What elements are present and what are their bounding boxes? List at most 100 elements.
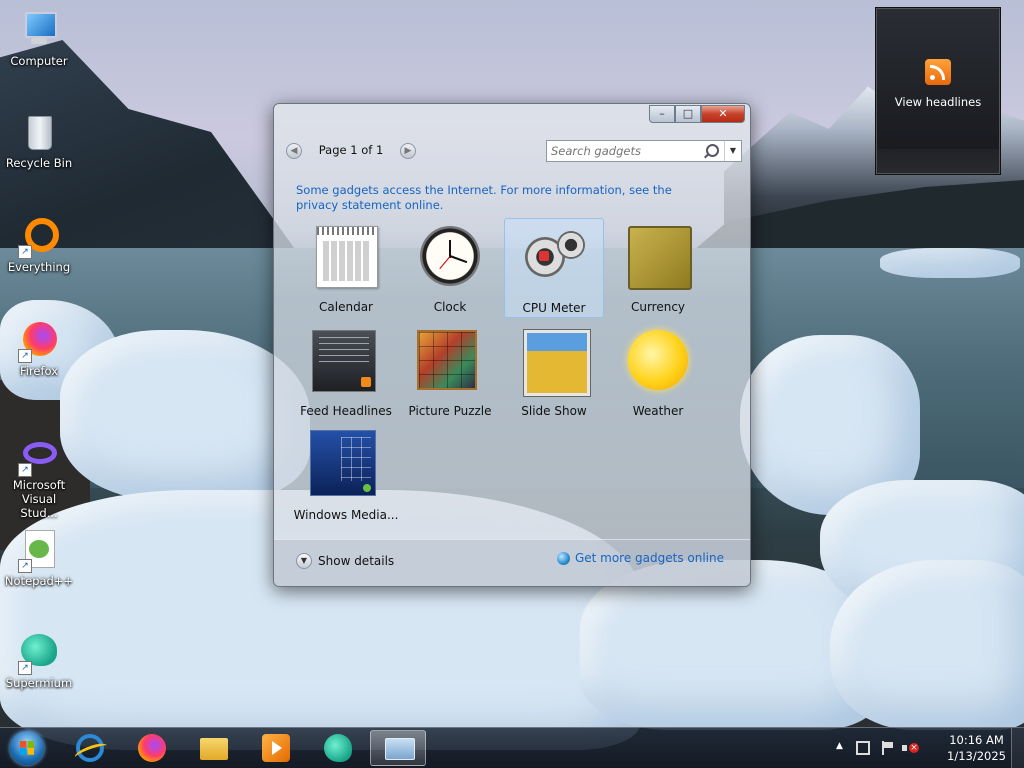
gadget-name: Clock bbox=[433, 300, 467, 314]
firefox-icon: ↗ bbox=[18, 320, 59, 363]
desktop-icon-label: Microsoft Visual Stud... bbox=[12, 478, 66, 520]
recycle-bin-icon bbox=[19, 112, 59, 152]
gadget-gallery-window: – □ ✕ ◀ Page 1 of 1 ▶ ▼ Some gadgets acc… bbox=[273, 103, 751, 587]
gallery-footer: ▼ Show details Get more gadgets online bbox=[274, 539, 750, 586]
search-icon[interactable] bbox=[706, 144, 719, 157]
weather-icon bbox=[628, 330, 688, 390]
wallpaper-ice bbox=[880, 248, 1020, 278]
firefox-icon bbox=[138, 734, 166, 762]
previous-page-button[interactable]: ◀ bbox=[286, 143, 302, 159]
shortcut-arrow-icon: ↗ bbox=[18, 463, 32, 477]
windows-media-center-icon bbox=[310, 430, 376, 496]
show-details-label: Show details bbox=[318, 554, 395, 568]
notepad-plus-plus-icon: ↗ bbox=[18, 530, 59, 573]
search-dropdown-button[interactable]: ▼ bbox=[724, 141, 741, 161]
gadget-tile-currency[interactable]: Currency bbox=[608, 218, 708, 318]
network-icon[interactable] bbox=[856, 741, 870, 755]
gadget-tile-windows-media-center[interactable]: Windows Media... bbox=[294, 426, 398, 526]
close-button[interactable]: ✕ bbox=[701, 105, 745, 123]
clock-icon bbox=[420, 226, 480, 286]
gadget-name: Picture Puzzle bbox=[408, 404, 492, 418]
desktop-icon-label: Everything bbox=[7, 260, 71, 274]
desktop-icon-visual-studio[interactable]: ↗ Microsoft Visual Stud... bbox=[2, 434, 76, 520]
next-page-button[interactable]: ▶ bbox=[400, 143, 416, 159]
visual-studio-icon: ↗ bbox=[18, 434, 59, 477]
everything-icon: ↗ bbox=[18, 216, 59, 259]
desktop-icon-label: Notepad++ bbox=[4, 574, 74, 588]
taskbar-clock[interactable]: 10:16 AM 1/13/2025 bbox=[947, 732, 1006, 764]
media-player-icon bbox=[262, 734, 290, 762]
start-button[interactable] bbox=[4, 728, 50, 768]
taskbar-app-media-player[interactable] bbox=[248, 730, 304, 766]
show-hidden-icons-button[interactable]: ▲ bbox=[836, 741, 843, 751]
cpu-meter-icon bbox=[525, 227, 585, 287]
shortcut-arrow-icon: ↗ bbox=[18, 559, 32, 573]
desktop-icon-label: Computer bbox=[10, 54, 68, 68]
desktop-icon-recycle-bin[interactable]: Recycle Bin bbox=[2, 112, 76, 170]
desktop-icon-label: Supermium bbox=[5, 676, 73, 690]
taskbar-app-supermium[interactable] bbox=[310, 730, 366, 766]
feed-headlines-gadget[interactable]: View headlines bbox=[876, 8, 1000, 174]
show-details-button[interactable]: ▼ Show details bbox=[296, 552, 394, 570]
internet-explorer-icon bbox=[76, 734, 104, 762]
supermium-icon bbox=[324, 734, 352, 762]
gadget-name: Feed Headlines bbox=[300, 404, 392, 418]
clock-time: 10:16 AM bbox=[949, 733, 1004, 747]
picture-puzzle-icon bbox=[417, 330, 477, 390]
search-input[interactable] bbox=[551, 143, 701, 159]
get-more-gadgets-link[interactable]: Get more gadgets online bbox=[556, 551, 724, 565]
gadget-name: Windows Media... bbox=[293, 508, 399, 522]
gadget-gallery-icon bbox=[385, 738, 415, 760]
gadget-name: Calendar bbox=[319, 300, 373, 314]
desktop-icon-everything[interactable]: ↗ Everything bbox=[2, 216, 76, 274]
gadget-name: Weather bbox=[632, 404, 684, 418]
taskbar-app-gadget-gallery[interactable] bbox=[370, 730, 426, 766]
window-controls: – □ ✕ bbox=[649, 105, 745, 123]
taskbar-app-file-explorer[interactable] bbox=[186, 730, 242, 766]
get-more-gadgets-label: Get more gadgets online bbox=[574, 551, 724, 565]
desktop-icon-computer[interactable]: Computer bbox=[2, 10, 76, 68]
gadget-tile-cpu-meter[interactable]: CPU Meter bbox=[504, 218, 604, 318]
privacy-notice-link[interactable]: Some gadgets access the Internet. For mo… bbox=[296, 183, 716, 213]
gadget-tile-feed-headlines[interactable]: Feed Headlines bbox=[296, 322, 396, 422]
shortcut-arrow-icon: ↗ bbox=[18, 349, 32, 363]
chevron-down-icon: ▼ bbox=[296, 553, 312, 569]
gallery-toolbar: ◀ Page 1 of 1 ▶ ▼ bbox=[284, 140, 744, 162]
action-center-flag-icon[interactable] bbox=[880, 741, 894, 755]
wallpaper-ice bbox=[830, 560, 1024, 730]
shortcut-arrow-icon: ↗ bbox=[18, 245, 32, 259]
currency-icon bbox=[628, 226, 692, 290]
file-explorer-icon bbox=[200, 738, 228, 760]
desktop-icon-notepad-plus-plus[interactable]: ↗ Notepad++ bbox=[2, 530, 76, 588]
desktop-icon-supermium[interactable]: ↗ Supermium bbox=[2, 632, 76, 690]
view-headlines-link[interactable]: View headlines bbox=[877, 95, 999, 109]
gadget-tile-calendar[interactable]: Calendar bbox=[296, 218, 396, 318]
volume-muted-icon[interactable] bbox=[902, 741, 919, 755]
show-desktop-button[interactable] bbox=[1011, 728, 1024, 768]
minimize-button[interactable]: – bbox=[649, 105, 675, 123]
taskbar-app-internet-explorer[interactable] bbox=[62, 730, 118, 766]
supermium-icon: ↗ bbox=[18, 632, 59, 675]
shortcut-arrow-icon: ↗ bbox=[18, 661, 32, 675]
gadget-tile-slide-show[interactable]: Slide Show bbox=[504, 322, 604, 422]
feed-headlines-icon bbox=[312, 330, 376, 392]
gadget-tile-weather[interactable]: Weather bbox=[608, 322, 708, 422]
gadget-name: Slide Show bbox=[521, 404, 587, 418]
computer-icon bbox=[19, 10, 59, 50]
desktop-icon-label: Firefox bbox=[19, 364, 59, 378]
desktop-icon-label: Recycle Bin bbox=[5, 156, 73, 170]
desktop-icon-firefox[interactable]: ↗ Firefox bbox=[2, 320, 76, 378]
maximize-button[interactable]: □ bbox=[675, 105, 701, 123]
system-tray: ▲ 10:16 AM 1/13/2025 bbox=[834, 728, 1024, 768]
taskbar-app-firefox[interactable] bbox=[124, 730, 180, 766]
calendar-icon bbox=[316, 226, 378, 288]
gadget-name: Currency bbox=[630, 300, 686, 314]
gadget-tile-picture-puzzle[interactable]: Picture Puzzle bbox=[400, 322, 500, 422]
windows-start-orb-icon bbox=[10, 731, 44, 765]
search-box: ▼ bbox=[546, 140, 742, 162]
taskbar: ▲ 10:16 AM 1/13/2025 bbox=[0, 727, 1024, 768]
slide-show-icon bbox=[524, 330, 590, 396]
rss-icon bbox=[925, 59, 951, 85]
gadget-tile-clock[interactable]: Clock bbox=[400, 218, 500, 318]
clock-date: 1/13/2025 bbox=[947, 749, 1006, 763]
